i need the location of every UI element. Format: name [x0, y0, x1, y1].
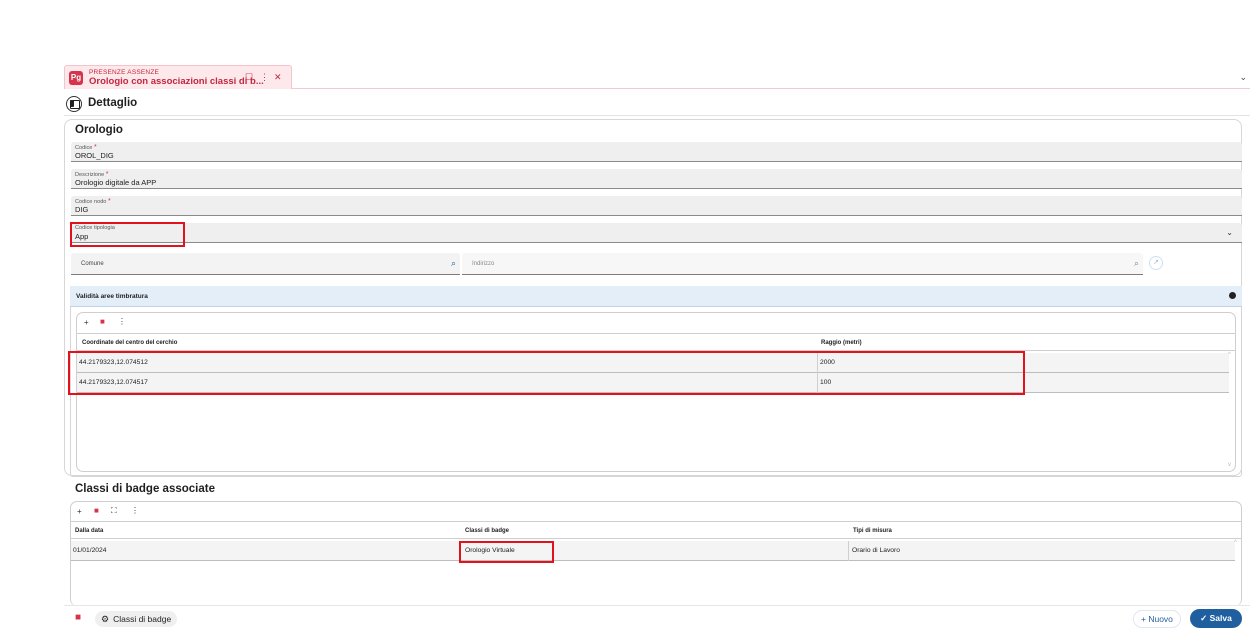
delete-button[interactable]: ■ [75, 612, 81, 623]
comune-label: Comune [81, 261, 104, 267]
app-logo: Pg [69, 71, 83, 85]
tab-bar: Pg PRESENZE ASSENZE Orologio con associa… [64, 65, 1250, 89]
section-title-classi: Classi di badge associate [75, 483, 215, 495]
validita-title: Validità aree timbratura [76, 293, 148, 300]
plus-icon: + [1141, 614, 1146, 624]
codice-value: OROL_DIG [75, 151, 114, 160]
more-vert-icon[interactable]: ⋮ [118, 317, 126, 326]
required-marker: * [105, 171, 109, 178]
search-icon[interactable]: ⌕ [451, 258, 456, 269]
panel-toggle-icon[interactable] [66, 96, 82, 112]
more-vert-icon[interactable]: ⋮ [260, 72, 269, 83]
column-header: Coordinate del centro del cerchio [82, 340, 178, 346]
add-icon[interactable]: + [84, 318, 89, 327]
codice-tipologia-select[interactable]: Codice tipologia App ⌄ [71, 223, 1242, 243]
tab-module-label: PRESENZE ASSENZE [89, 69, 160, 76]
column-header: Dalla data [75, 528, 104, 534]
divider [71, 538, 1241, 539]
add-icon[interactable]: + [77, 507, 82, 516]
collapse-icon[interactable] [1229, 292, 1236, 299]
indirizzo-input[interactable]: Indirizzo ⌕ [462, 253, 1143, 275]
fullscreen-icon[interactable]: ⛶ [111, 506, 117, 516]
trash-icon[interactable]: ■ [94, 506, 99, 515]
salva-button[interactable]: ✓ Salva [1190, 609, 1242, 628]
codice-nodo-field[interactable]: Codice nodo * DIG [71, 196, 1242, 216]
required-marker: * [93, 144, 97, 151]
comune-input[interactable]: Comune ⌕ [71, 253, 460, 275]
scroll-up-icon[interactable]: ^ [1234, 540, 1237, 546]
more-vert-icon[interactable]: ⋮ [131, 506, 139, 515]
highlight-box [68, 351, 1025, 395]
tipo-misura-cell[interactable]: Orario di Lavoro [852, 547, 900, 554]
divider [64, 605, 1250, 606]
scroll-down-icon[interactable]: v [1228, 462, 1231, 468]
codice-field[interactable]: Codice * OROL_DIG [71, 142, 1242, 162]
column-header: Classi di badge [465, 528, 510, 534]
page-title: Dettaglio [88, 97, 138, 109]
gear-icon: ⚙ [101, 614, 110, 624]
required-marker: * [107, 198, 111, 205]
column-header: Raggio (metri) [821, 340, 862, 346]
tab-orologio[interactable]: Pg PRESENZE ASSENZE Orologio con associa… [64, 65, 292, 89]
nuovo-label: Nuovo [1148, 614, 1173, 624]
search-icon[interactable]: ⌕ [1134, 258, 1139, 269]
table-row[interactable] [71, 541, 1235, 561]
trash-icon[interactable]: ■ [100, 317, 105, 326]
descrizione-value: Orologio digitale da APP [75, 178, 157, 187]
validita-header[interactable]: Validità aree timbratura [70, 286, 1242, 307]
highlight-box [70, 222, 185, 247]
section-title-orologio: Orologio [75, 124, 123, 136]
chevron-down-icon: ⌄ [1226, 228, 1233, 237]
chevron-down-icon[interactable]: ⌄ [1239, 72, 1247, 83]
indirizzo-label: Indirizzo [472, 261, 495, 267]
divider [71, 521, 1241, 522]
nuovo-button[interactable]: + Nuovo [1133, 610, 1181, 628]
column-header: Tipi di misura [853, 528, 892, 534]
close-icon[interactable]: ✕ [274, 72, 282, 83]
highlight-box [459, 541, 554, 563]
check-icon: ✓ [1200, 613, 1208, 623]
divider [64, 115, 1250, 116]
scroll-up-icon[interactable]: ^ [1228, 352, 1231, 358]
bookmark-icon[interactable]: ☐ [245, 72, 253, 83]
codice-nodo-value: DIG [75, 205, 89, 214]
divider [77, 333, 1235, 334]
column-divider [848, 541, 849, 561]
tab-title: Orologio con associazioni classi di b... [89, 76, 264, 87]
salva-label: Salva [1209, 613, 1232, 623]
classi-badge-button[interactable]: ⚙ Classi di badge [95, 611, 178, 627]
classi-badge-label: Classi di badge [113, 614, 172, 624]
open-external-icon[interactable]: ↗ [1149, 256, 1163, 270]
descrizione-field[interactable]: Descrizione * Orologio digitale da APP [71, 169, 1242, 189]
dalla-data-cell[interactable]: 01/01/2024 [73, 547, 106, 554]
